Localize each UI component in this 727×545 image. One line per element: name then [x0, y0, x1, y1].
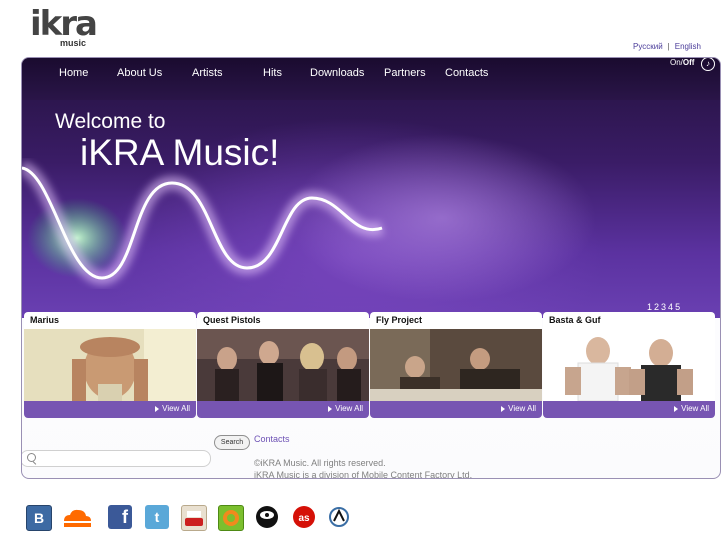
division-text: iKRA Music is a division of Mobile Conte…: [254, 470, 473, 479]
artist-photo: [197, 329, 369, 401]
rutube-icon[interactable]: [218, 505, 244, 531]
artist-card-marius[interactable]: Marius View All: [24, 312, 196, 418]
pager-page-4[interactable]: 4: [668, 302, 673, 312]
pager-page-3[interactable]: 3: [661, 302, 666, 312]
language-separator: |: [667, 42, 670, 51]
artist-name: Fly Project: [376, 315, 423, 325]
language-switcher: Русский | English: [633, 42, 701, 51]
pager-page-1[interactable]: 1: [647, 302, 652, 312]
ikra-music-logo[interactable]: ikra music: [30, 4, 98, 50]
sound-toggle[interactable]: On/Off: [670, 58, 694, 67]
search-text-field[interactable]: [39, 452, 209, 466]
artist-photo: [24, 329, 196, 401]
view-all-link[interactable]: View All: [328, 404, 363, 413]
nav-hits[interactable]: Hits: [263, 67, 282, 79]
nav-artists[interactable]: Artists: [192, 67, 223, 79]
nav-contacts[interactable]: Contacts: [445, 67, 488, 79]
artist-card-fly-project[interactable]: Fly Project View All: [370, 312, 542, 418]
artist-card-quest-pistols[interactable]: Quest Pistols View All: [197, 312, 369, 418]
gramophone-icon[interactable]: [255, 505, 279, 529]
facebook-icon[interactable]: f: [108, 505, 132, 529]
language-english-link[interactable]: English: [675, 42, 701, 51]
nav-about-us[interactable]: About Us: [117, 67, 162, 79]
nav-downloads[interactable]: Downloads: [310, 67, 364, 79]
artist-cards: Marius View All Quest Pistols View All F…: [24, 312, 718, 418]
sound-on-label: On/: [670, 58, 683, 67]
artist-name: Basta & Guf: [549, 315, 601, 325]
lastfm-icon[interactable]: as: [292, 505, 316, 529]
light-wave-graphic: [22, 161, 385, 286]
view-all-link[interactable]: View All: [155, 404, 190, 413]
footer-contacts-link[interactable]: Contacts: [254, 434, 290, 444]
view-all-link[interactable]: View All: [501, 404, 536, 413]
pager-page-2[interactable]: 2: [654, 302, 659, 312]
slide-pager: 12345: [647, 302, 682, 312]
main-navigation: Home About Us Artists Hits Downloads Par…: [22, 58, 720, 100]
vkontakte-icon[interactable]: [327, 505, 351, 529]
pager-page-5[interactable]: 5: [675, 302, 680, 312]
main-frame: Home About Us Artists Hits Downloads Par…: [21, 57, 721, 479]
sound-off-label: Off: [682, 58, 695, 67]
play-arrow-icon: [674, 405, 679, 412]
soundcloud-icon[interactable]: [60, 505, 91, 529]
artist-name: Quest Pistols: [203, 315, 261, 325]
nav-partners[interactable]: Partners: [384, 67, 426, 79]
artist-card-basta-guf[interactable]: Basta & Guf View All: [543, 312, 715, 418]
blogger-icon[interactable]: B: [26, 505, 52, 531]
artist-photo: [370, 329, 542, 401]
speaker-icon[interactable]: ♪: [701, 58, 715, 71]
play-arrow-icon: [501, 405, 506, 412]
logo-subtitle: music: [60, 38, 87, 48]
card-footer: View All: [24, 401, 196, 418]
search-input[interactable]: [22, 450, 211, 467]
copyright-text: ©iKRA Music. All rights reserved.: [254, 458, 386, 468]
hero-title: iKRA Music!: [80, 132, 280, 173]
svg-text:as: as: [298, 513, 310, 524]
play-arrow-icon: [328, 405, 333, 412]
youtube-icon[interactable]: [181, 505, 207, 531]
card-footer: View All: [197, 401, 369, 418]
artist-name: Marius: [30, 315, 60, 325]
view-all-link[interactable]: View All: [674, 404, 709, 413]
card-footer: View All: [543, 401, 715, 418]
play-arrow-icon: [155, 405, 160, 412]
search-icon: [27, 453, 36, 462]
nav-home[interactable]: Home: [59, 67, 88, 79]
artist-photo: [543, 329, 715, 401]
hero-banner: Home About Us Artists Hits Downloads Par…: [22, 58, 720, 318]
hero-welcome-line: Welcome to: [55, 110, 166, 133]
twitter-icon[interactable]: t: [145, 505, 169, 529]
language-russian-link[interactable]: Русский: [633, 42, 663, 51]
search-button[interactable]: Search: [214, 435, 250, 450]
card-footer: View All: [370, 401, 542, 418]
